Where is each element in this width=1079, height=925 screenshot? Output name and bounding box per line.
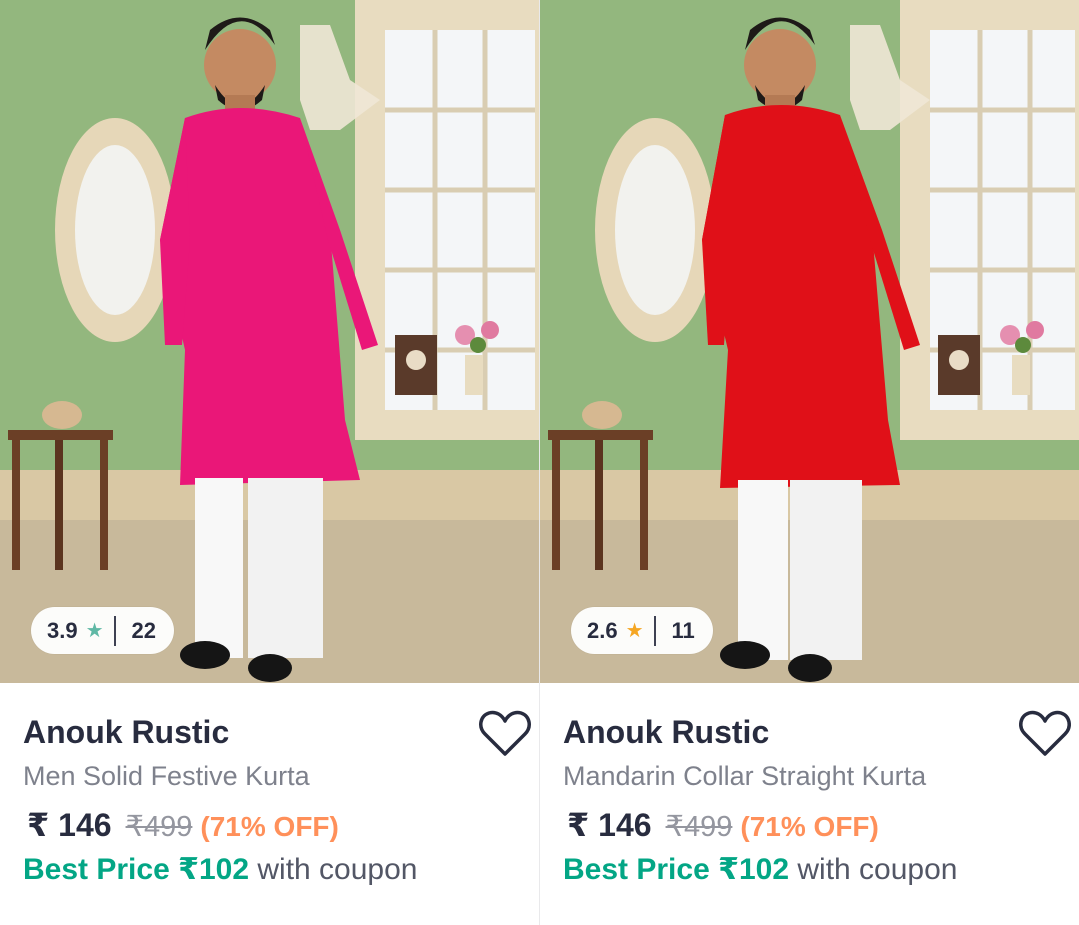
discount-label: (71% OFF) (740, 811, 879, 842)
product-grid: 3.9 ★ 22 Anouk Rustic Men Solid Festive … (0, 0, 1079, 925)
star-icon: ★ (85, 620, 104, 642)
product-card[interactable]: 3.9 ★ 22 Anouk Rustic Men Solid Festive … (0, 0, 539, 925)
price-value: 146 (58, 807, 112, 843)
currency-symbol: ₹ (567, 807, 590, 843)
price-row: ₹ 146 ₹499 (71% OFF) (563, 806, 1059, 844)
star-icon: ★ (625, 620, 644, 642)
product-title: Men Solid Festive Kurta (23, 761, 310, 791)
product-brand: Anouk Rustic (563, 714, 770, 750)
best-price-label: Best Price ₹102 (23, 853, 250, 886)
rating-value: 3.9 (47, 617, 78, 643)
rating-badge: 2.6 ★ 11 (571, 607, 713, 654)
best-price-row: Best Price ₹102 with coupon (23, 850, 519, 890)
coupon-text: with coupon (797, 853, 958, 886)
original-price: ₹499 (665, 811, 733, 843)
currency-symbol: ₹ (27, 807, 50, 843)
product-brand: Anouk Rustic (23, 714, 230, 750)
best-price-label: Best Price ₹102 (563, 853, 790, 886)
discount-label: (71% OFF) (200, 811, 339, 842)
rating-divider (113, 615, 116, 646)
rating-divider (653, 615, 656, 646)
product-info[interactable]: Anouk Rustic Mandarin Collar Straight Ku… (563, 712, 1059, 890)
wishlist-button[interactable] (477, 706, 533, 762)
product-title: Mandarin Collar Straight Kurta (563, 761, 927, 791)
wishlist-button[interactable] (1017, 706, 1073, 762)
product-info[interactable]: Anouk Rustic Men Solid Festive Kurta ₹ 1… (23, 712, 519, 890)
heart-outline-icon (479, 710, 531, 756)
price-row: ₹ 146 ₹499 (71% OFF) (23, 806, 519, 844)
product-image[interactable]: 3.9 ★ 22 (0, 0, 539, 683)
review-count: 22 (131, 617, 157, 643)
best-price-row: Best Price ₹102 with coupon (563, 850, 1059, 890)
selling-price: ₹ 146 (27, 806, 112, 844)
selling-price: ₹ 146 (567, 806, 652, 844)
product-photo-illustration (0, 0, 539, 683)
product-photo-illustration (540, 0, 1079, 683)
heart-outline-icon (1019, 710, 1071, 756)
price-value: 146 (598, 807, 652, 843)
product-card[interactable]: 2.6 ★ 11 Anouk Rustic Mandarin Collar St… (539, 0, 1079, 925)
review-count: 11 (671, 617, 695, 643)
rating-badge: 3.9 ★ 22 (31, 607, 175, 654)
original-price: ₹499 (125, 811, 193, 843)
rating-value: 2.6 (587, 617, 618, 643)
coupon-text: with coupon (257, 853, 418, 886)
product-image[interactable]: 2.6 ★ 11 (540, 0, 1079, 683)
